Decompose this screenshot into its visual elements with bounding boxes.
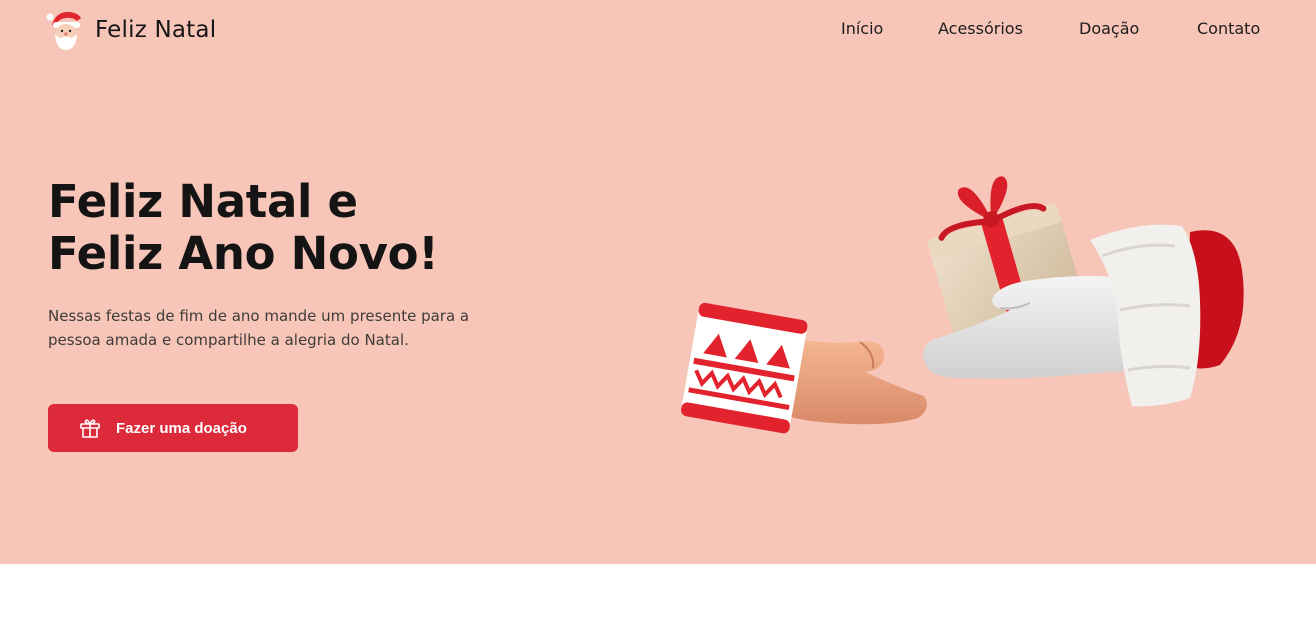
nav-link-doacao[interactable]: Doação bbox=[1079, 18, 1139, 40]
nav-link-contato[interactable]: Contato bbox=[1197, 18, 1260, 40]
hero-title-line-1: Feliz Natal e bbox=[48, 175, 358, 228]
nav-link-acessorios[interactable]: Acessórios bbox=[938, 18, 1023, 40]
main-nav: Início Acessórios Doação Contato bbox=[0, 18, 1316, 42]
donate-button-label: Fazer uma doação bbox=[116, 419, 247, 437]
hero-title: Feliz Natal e Feliz Ano Novo! bbox=[48, 175, 439, 280]
hero-title-line-2: Feliz Ano Novo! bbox=[48, 227, 439, 280]
gloves-giving-gift-illustration bbox=[681, 176, 1244, 434]
hero-section: Feliz Natal Início Acessórios Doação Con… bbox=[0, 0, 1316, 564]
donate-button[interactable]: Fazer uma doação bbox=[48, 404, 298, 452]
hero-description: Nessas festas de fim de ano mande um pre… bbox=[48, 307, 470, 349]
nav-link-inicio[interactable]: Início bbox=[841, 18, 883, 40]
content-area bbox=[0, 564, 1316, 621]
site-header: Feliz Natal Início Acessórios Doação Con… bbox=[0, 0, 1316, 60]
gift-icon bbox=[80, 419, 100, 438]
